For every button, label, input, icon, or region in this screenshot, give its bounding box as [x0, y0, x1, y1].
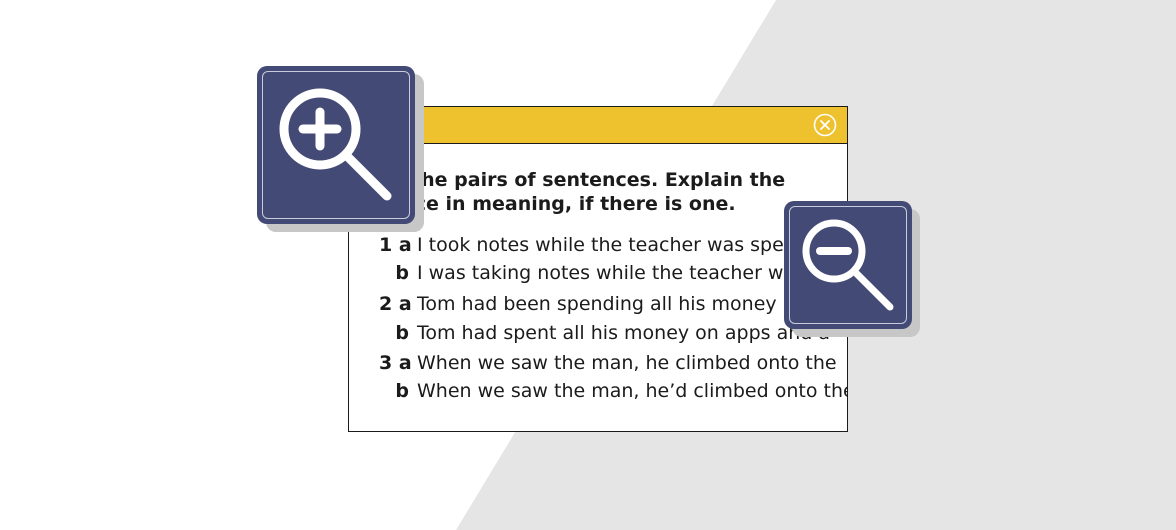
exercise-item-3a: 3 a When we saw the man, he climbed onto … — [379, 351, 837, 375]
zoom-in-button[interactable] — [257, 66, 415, 224]
item-sentence: Tom had been spending all his money — [417, 293, 777, 315]
exercise-item-2a: 2 a Tom had been spending all his money — [379, 292, 777, 316]
exercise-item-3b: b When we saw the man, he’d climbed onto … — [379, 379, 848, 403]
exercise-item-2b: b Tom had spent all his money on apps and… — [379, 321, 830, 345]
close-button[interactable] — [813, 113, 837, 137]
illustration-stage: ad the pairs of sentences. Explain the r… — [0, 0, 1176, 530]
item-number: 1 a — [379, 234, 412, 256]
item-sentence: When we saw the man, he climbed onto the — [417, 352, 837, 374]
instruction-line-1: ad the pairs of sentences. Explain the — [379, 169, 786, 191]
exercise-item-1b: b I was taking notes while the teacher wa — [379, 261, 795, 285]
item-sentence: Tom had spent all his money on apps and … — [417, 322, 830, 344]
zoom-out-icon — [802, 219, 894, 311]
item-number: b — [395, 262, 409, 284]
item-number: 3 a — [379, 352, 412, 374]
instruction-line-2: rence in meaning, if there is one. — [379, 193, 736, 215]
item-sentence: When we saw the man, he’d climbed onto t… — [417, 380, 848, 402]
zoom-out-button[interactable] — [784, 201, 912, 329]
zoom-in-icon — [279, 88, 392, 201]
exercise-item-1a: 1 aI took notes while the teacher was sp… — [379, 233, 784, 257]
close-circle-icon — [813, 113, 837, 137]
item-number: 2 a — [379, 293, 412, 315]
instruction-text: ad the pairs of sentences. Explain the r… — [379, 168, 819, 216]
item-sentence: I was taking notes while the teacher wa — [417, 262, 796, 284]
item-number: b — [395, 380, 409, 402]
item-sentence: I took notes while the teacher was spe — [417, 234, 784, 256]
item-number: b — [395, 322, 409, 344]
